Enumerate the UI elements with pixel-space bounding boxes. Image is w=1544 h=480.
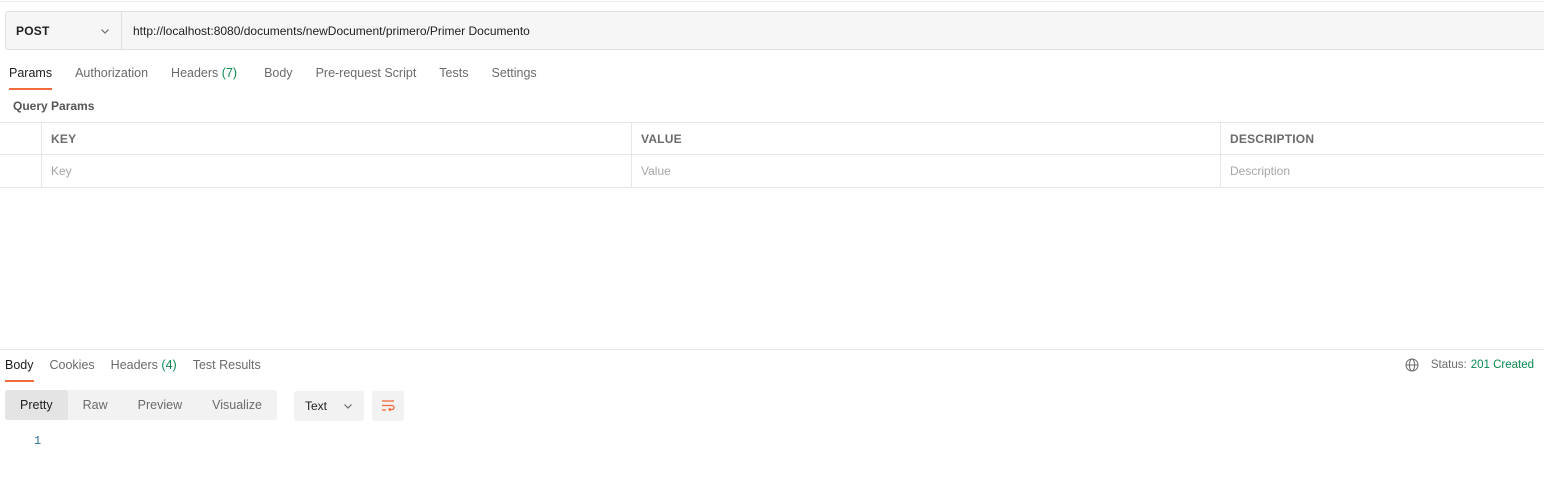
query-params-table: KEY VALUE DESCRIPTION bbox=[0, 122, 1544, 188]
chevron-down-icon bbox=[101, 28, 109, 34]
wrap-lines-icon bbox=[382, 400, 395, 412]
tab-label: Body bbox=[264, 66, 293, 80]
row-checkbox-cell bbox=[0, 155, 42, 187]
language-select[interactable]: Text bbox=[294, 391, 364, 421]
format-toggle-group: Pretty Raw Preview Visualize bbox=[5, 390, 277, 420]
tab-label: Authorization bbox=[75, 66, 149, 80]
value-input[interactable] bbox=[641, 164, 1220, 178]
tab-label: Body bbox=[5, 358, 34, 372]
preview-button[interactable]: Preview bbox=[123, 390, 197, 420]
key-column-header: KEY bbox=[42, 123, 632, 154]
value-cell bbox=[632, 155, 1221, 187]
tab-label: Test Results bbox=[192, 358, 261, 372]
tab-params[interactable]: Params bbox=[0, 60, 61, 90]
tab-tests[interactable]: Tests bbox=[430, 60, 477, 90]
tab-count: (7) bbox=[221, 66, 238, 80]
table-header-row: KEY VALUE DESCRIPTION bbox=[0, 122, 1544, 155]
pretty-button[interactable]: Pretty bbox=[5, 390, 68, 420]
response-tab-test-results[interactable]: Test Results bbox=[188, 352, 266, 382]
request-url-bar: POST bbox=[5, 11, 1544, 50]
response-tab-headers[interactable]: Headers (4) bbox=[106, 352, 182, 382]
response-status: Status: 201 Created bbox=[1405, 358, 1534, 372]
status-value[interactable]: 201 Created bbox=[1471, 359, 1534, 371]
url-input[interactable] bbox=[122, 12, 1544, 49]
key-cell bbox=[42, 155, 632, 187]
description-cell bbox=[1221, 155, 1544, 187]
visualize-button[interactable]: Visualize bbox=[197, 390, 277, 420]
table-row bbox=[0, 155, 1544, 188]
method-select[interactable]: POST bbox=[6, 12, 122, 49]
tab-label: Params bbox=[9, 66, 53, 80]
tab-authorization[interactable]: Authorization bbox=[66, 60, 157, 90]
tab-settings[interactable]: Settings bbox=[482, 60, 545, 90]
tab-label: Settings bbox=[491, 66, 537, 80]
line-number: 1 bbox=[34, 434, 42, 448]
chevron-down-icon bbox=[344, 404, 352, 409]
tab-label: Tests bbox=[439, 66, 469, 80]
response-editor[interactable]: 1 bbox=[0, 432, 1544, 472]
description-column-header: DESCRIPTION bbox=[1221, 123, 1544, 154]
request-tabs: Params Authorization Headers (7) Body Pr… bbox=[0, 60, 551, 90]
column-header-label: KEY bbox=[51, 131, 77, 146]
checkbox-column-header bbox=[0, 123, 42, 154]
tab-label: Cookies bbox=[49, 358, 95, 372]
value-column-header: VALUE bbox=[632, 123, 1221, 154]
response-tab-body[interactable]: Body bbox=[0, 352, 39, 382]
response-tabs: Body Cookies Headers (4) Test Results bbox=[0, 352, 272, 382]
tab-label: Pre-request Script bbox=[315, 66, 417, 80]
tab-count: (4) bbox=[161, 358, 177, 372]
tab-body[interactable]: Body bbox=[255, 60, 302, 90]
column-header-label: DESCRIPTION bbox=[1230, 131, 1315, 146]
language-label: Text bbox=[305, 399, 328, 413]
key-input[interactable] bbox=[51, 164, 631, 178]
description-input[interactable] bbox=[1230, 164, 1544, 178]
top-divider bbox=[0, 0, 1544, 2]
response-tab-cookies[interactable]: Cookies bbox=[45, 352, 100, 382]
tab-headers[interactable]: Headers (7) bbox=[162, 60, 246, 90]
raw-button[interactable]: Raw bbox=[68, 390, 123, 420]
tab-label: Headers bbox=[110, 358, 158, 372]
query-params-title: Query Params bbox=[13, 99, 95, 113]
tab-label: Headers bbox=[171, 66, 219, 80]
column-header-label: VALUE bbox=[641, 131, 682, 146]
response-divider[interactable] bbox=[0, 349, 1544, 350]
method-label: POST bbox=[16, 23, 50, 38]
status-label: Status: bbox=[1430, 359, 1467, 371]
wrap-lines-button[interactable] bbox=[372, 391, 404, 421]
globe-icon[interactable] bbox=[1405, 358, 1419, 372]
tab-pre-request-script[interactable]: Pre-request Script bbox=[307, 60, 426, 90]
